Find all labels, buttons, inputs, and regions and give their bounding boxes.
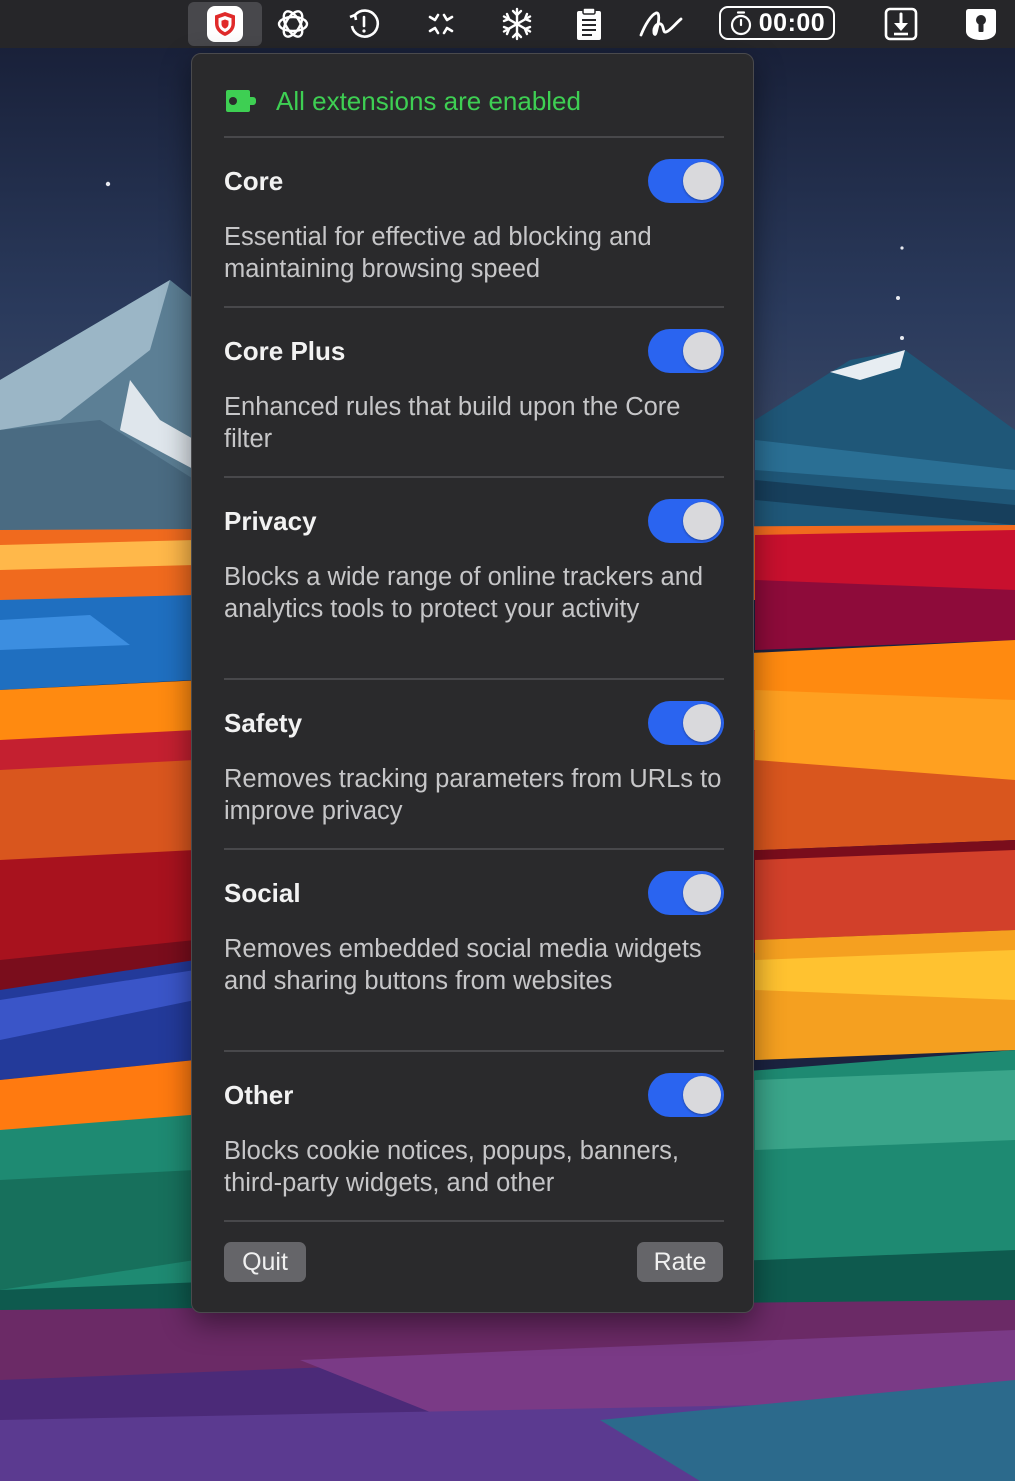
filter-description: Enhanced rules that build upon the Core … xyxy=(224,393,681,453)
divider xyxy=(224,1050,724,1052)
shrink-menu-item[interactable] xyxy=(413,2,469,46)
clipboard-menu-item[interactable] xyxy=(561,2,617,46)
shrink-arrows-icon xyxy=(428,13,454,35)
rate-button[interactable]: Rate xyxy=(637,1242,723,1282)
download-box-icon xyxy=(884,7,918,41)
toggle-knob xyxy=(683,502,721,540)
clock-alert-icon xyxy=(349,9,380,38)
toggle-knob xyxy=(683,332,721,370)
filter-description: Blocks a wide range of online trackers a… xyxy=(224,563,704,623)
status-text: All extensions are enabled xyxy=(276,86,581,116)
filter-title: Privacy xyxy=(224,506,317,536)
divider xyxy=(224,848,724,850)
password-menu-item[interactable] xyxy=(953,2,1009,46)
filter-title: Core xyxy=(224,166,284,196)
filter-description: Essential for effective ad blocking and … xyxy=(224,223,652,283)
stopwatch-icon xyxy=(730,11,751,36)
toggle-knob xyxy=(683,1076,721,1114)
filter-description: Blocks cookie notices, popups, banners, … xyxy=(224,1137,680,1197)
keyhole-lock-icon xyxy=(966,9,996,40)
filter-core-plus-toggle[interactable] xyxy=(648,329,724,373)
clipboard-icon xyxy=(577,7,601,40)
adblock-shield-icon xyxy=(207,6,243,42)
divider xyxy=(224,678,724,680)
snowflake-icon xyxy=(502,7,532,41)
divider xyxy=(224,476,724,478)
filter-safety-toggle[interactable] xyxy=(648,701,724,745)
clock-alert-menu-item[interactable] xyxy=(336,2,392,46)
filter-description: Removes tracking parameters from URLs to… xyxy=(224,765,722,825)
signature-menu-item[interactable] xyxy=(633,2,689,46)
toggle-knob xyxy=(683,874,721,912)
filter-title: Safety xyxy=(224,708,303,738)
timer-readout: 00:00 xyxy=(758,8,826,37)
filter-other-toggle[interactable] xyxy=(648,1073,724,1117)
filter-title: Other xyxy=(224,1080,294,1110)
signature-icon xyxy=(639,11,683,37)
adblock-menu-item[interactable] xyxy=(188,2,262,46)
menu-bar: 00:00 xyxy=(0,0,1015,48)
snowflake-menu-item[interactable] xyxy=(489,2,545,46)
divider xyxy=(224,136,724,138)
puzzle-piece-icon xyxy=(226,90,256,112)
download-menu-item[interactable] xyxy=(873,2,929,46)
openai-menu-item[interactable] xyxy=(265,2,321,46)
filter-title: Social xyxy=(224,878,301,908)
extensions-popup: All extensions are enabled Core Essentia… xyxy=(191,53,754,1313)
filter-core-toggle[interactable] xyxy=(648,159,724,203)
status-row: All extensions are enabled xyxy=(224,84,581,118)
divider xyxy=(224,1220,724,1222)
timer-menu-item[interactable]: 00:00 xyxy=(719,6,835,40)
filter-description: Removes embedded social media widgets an… xyxy=(224,935,702,995)
filter-social-toggle[interactable] xyxy=(648,871,724,915)
openai-icon xyxy=(277,10,309,38)
filter-privacy-toggle[interactable] xyxy=(648,499,724,543)
quit-button[interactable]: Quit xyxy=(224,1242,306,1282)
toggle-knob xyxy=(683,704,721,742)
toggle-knob xyxy=(683,162,721,200)
divider xyxy=(224,306,724,308)
filter-title: Core Plus xyxy=(224,336,346,366)
